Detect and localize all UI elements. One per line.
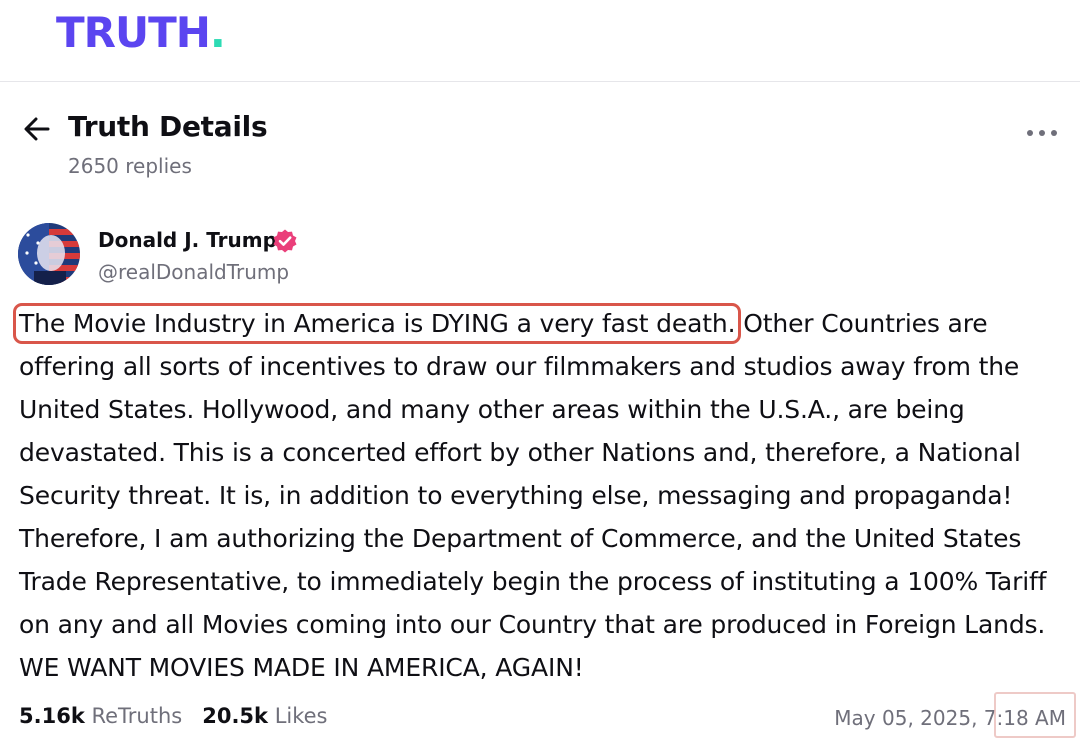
- post-stats: 5.16k ReTruths 20.5k Likes: [19, 704, 328, 728]
- post-body-rest: Other Countries are offering all sorts o…: [19, 309, 1047, 682]
- likes-stat[interactable]: 20.5k Likes: [202, 704, 327, 728]
- page-title: Truth Details: [68, 110, 268, 143]
- author-handle[interactable]: @realDonaldTrump: [98, 260, 289, 284]
- logo-text: TRUTH: [56, 8, 211, 57]
- back-button[interactable]: [20, 112, 54, 146]
- more-horizontal-icon: [1027, 130, 1057, 136]
- likes-count: 20.5k: [202, 704, 268, 728]
- author-name[interactable]: Donald J. Trump: [98, 228, 277, 252]
- watermark-stamp: [994, 692, 1076, 738]
- highlighted-sentence: The Movie Industry in America is DYING a…: [12, 303, 742, 344]
- arrow-left-icon: [24, 117, 50, 141]
- replies-count: 2650 replies: [68, 154, 192, 178]
- post-body: The Movie Industry in America is DYING a…: [12, 302, 1069, 689]
- more-options-button[interactable]: [1020, 120, 1064, 146]
- avatar-image: [18, 223, 80, 285]
- retruths-stat[interactable]: 5.16k ReTruths: [19, 704, 182, 728]
- logo-dot: .: [209, 8, 226, 57]
- avatar[interactable]: [18, 223, 80, 285]
- retruths-label: ReTruths: [91, 704, 183, 728]
- retruths-count: 5.16k: [19, 704, 85, 728]
- verified-badge-icon: [272, 228, 298, 254]
- top-bar: TRUTH.: [0, 0, 1080, 82]
- truth-logo[interactable]: TRUTH.: [56, 8, 226, 57]
- likes-label: Likes: [274, 704, 328, 728]
